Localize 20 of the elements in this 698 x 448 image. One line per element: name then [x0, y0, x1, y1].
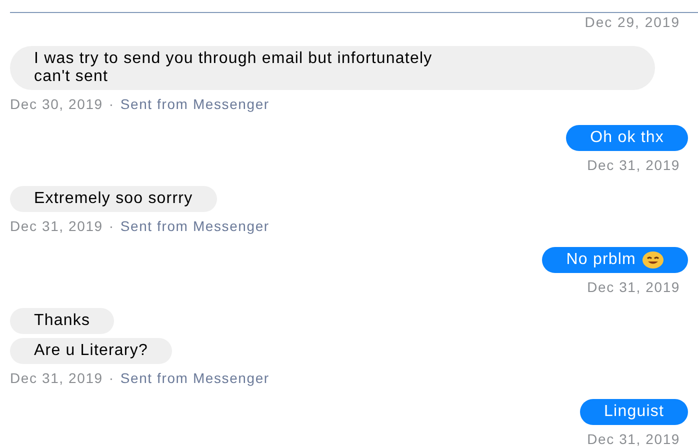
sent-from-label: Sent from Messenger: [120, 218, 270, 234]
timestamp: Dec 31, 2019: [587, 157, 680, 173]
timestamp: Dec 31, 2019: [587, 279, 680, 295]
message-bubble: Linguist: [580, 399, 688, 425]
timestamp: Dec 30, 2019: [10, 96, 103, 112]
separator-dot: ·: [108, 370, 114, 386]
message-bubble: No prblm: [542, 247, 688, 273]
sent-from-label: Sent from Messenger: [120, 96, 270, 112]
separator-dot: ·: [108, 96, 114, 112]
message-bubble: Extremely soo sorrry: [10, 186, 217, 212]
sent-from-label: Sent from Messenger: [120, 370, 270, 386]
timestamp: Dec 29, 2019: [584, 14, 680, 30]
timestamp: Dec 31, 2019: [10, 370, 103, 386]
message-bubble: Thanks: [10, 308, 114, 334]
timestamp: Dec 31, 2019: [10, 218, 103, 234]
timestamp: Dec 31, 2019: [587, 431, 680, 447]
separator-dot: ·: [108, 218, 114, 234]
message-bubble: Oh ok thx: [566, 125, 688, 151]
message-bubble: Are u Literary?: [10, 338, 172, 364]
message-bubble: I was try to send you through email but infortunately can't sent: [10, 46, 655, 90]
